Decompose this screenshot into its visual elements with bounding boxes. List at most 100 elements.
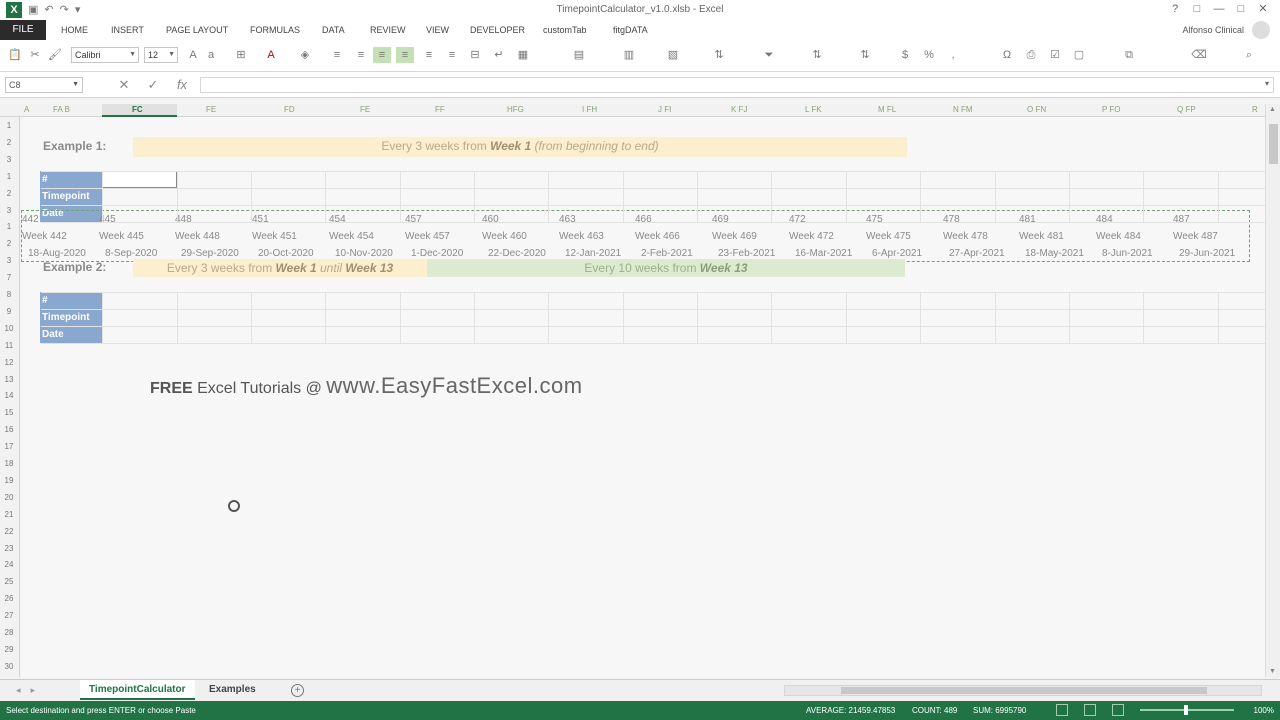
row-number[interactable]: 17 <box>0 442 18 451</box>
fill-color-icon[interactable]: ◈ <box>296 47 314 63</box>
sort-az-icon[interactable]: ⇅ <box>808 47 826 63</box>
row-number[interactable]: 16 <box>0 425 18 434</box>
row-number[interactable]: 14 <box>0 391 18 400</box>
row-number[interactable]: 18 <box>0 459 18 468</box>
tab-file[interactable]: FILE <box>0 20 46 40</box>
window-controls[interactable]: ? □ — □ ✕ <box>1164 2 1274 15</box>
font-color-icon[interactable]: A <box>262 47 280 63</box>
row-number[interactable]: 13 <box>0 375 18 384</box>
worksheet-grid[interactable]: Example 1: Every 3 weeks from Week 1 (fr… <box>21 117 1265 677</box>
align-bottom-icon[interactable]: ≡ <box>373 47 391 63</box>
checkbox-icon[interactable]: ☑ <box>1046 47 1064 63</box>
row-number[interactable]: 30 <box>0 662 18 671</box>
row-number[interactable]: 19 <box>0 476 18 485</box>
insert-cells-icon[interactable]: ▥ <box>620 47 638 63</box>
ribbon-display-icon[interactable]: □ <box>1186 3 1208 15</box>
increase-font-icon[interactable]: A <box>184 47 202 63</box>
column-header[interactable]: J FI <box>658 105 671 114</box>
zoom-slider[interactable] <box>1140 705 1234 715</box>
row-number[interactable]: 12 <box>0 358 18 367</box>
row-number[interactable]: 8 <box>0 290 18 299</box>
scroll-down-icon[interactable]: ▼ <box>1269 668 1276 675</box>
vertical-scrollbar[interactable]: ▲ ▼ <box>1265 104 1280 677</box>
tab-insert[interactable]: INSERT <box>111 25 144 35</box>
borders-icon[interactable]: ⊞ <box>232 47 250 63</box>
enter-icon[interactable]: ✓ <box>142 77 164 93</box>
sheet-tab-timepointcalculator[interactable]: TimepointCalculator <box>80 680 195 700</box>
page-layout-view-icon[interactable] <box>1084 704 1096 716</box>
column-header[interactable]: Q FP <box>1177 105 1196 114</box>
row-number[interactable]: 20 <box>0 493 18 502</box>
column-header[interactable]: FD <box>284 105 295 114</box>
textbox-icon[interactable]: ▢ <box>1070 47 1088 63</box>
row-number[interactable]: 7 <box>0 273 18 282</box>
tab-developer[interactable]: DEVELOPER <box>470 25 525 35</box>
column-header[interactable]: FE <box>206 105 216 114</box>
column-header[interactable]: FA B <box>53 105 70 114</box>
copy-icon[interactable]: ⧉ <box>1120 47 1138 63</box>
filter-icon[interactable]: ⏷ <box>760 47 778 63</box>
conditional-format-icon[interactable]: ▤ <box>570 47 588 63</box>
row-number[interactable]: 10 <box>0 324 18 333</box>
wrap-text-icon[interactable]: ↵ <box>490 47 508 63</box>
column-header[interactable]: HFG <box>507 105 524 114</box>
row-number[interactable]: 1 <box>0 172 18 181</box>
row-number[interactable]: 28 <box>0 628 18 637</box>
align-right-icon[interactable]: ≡ <box>443 47 461 63</box>
merge-icon[interactable]: ⊟ <box>466 47 484 63</box>
horizontal-scrollbar[interactable] <box>784 685 1262 696</box>
row-number[interactable]: 3 <box>0 256 18 265</box>
tab-page-layout[interactable]: PAGE LAYOUT <box>166 25 228 35</box>
paste-icon[interactable]: 📋 <box>6 47 24 63</box>
avatar[interactable] <box>1252 21 1270 39</box>
row-number[interactable]: 1 <box>0 121 18 130</box>
row-number[interactable]: 2 <box>0 189 18 198</box>
tab-formulas[interactable]: FORMULAS <box>250 25 300 35</box>
align-top-icon[interactable]: ≡ <box>328 47 346 63</box>
add-sheet-icon[interactable]: + <box>291 684 304 697</box>
column-header[interactable]: FF <box>435 105 445 114</box>
row-number[interactable]: 2 <box>0 138 18 147</box>
normal-view-icon[interactable] <box>1056 704 1068 716</box>
cut-icon[interactable]: ✂ <box>26 47 44 63</box>
row-number[interactable]: 26 <box>0 594 18 603</box>
align-left-icon[interactable]: ≡ <box>396 47 414 63</box>
restore-icon[interactable]: □ <box>1230 3 1252 15</box>
symbol-icon[interactable]: Ω <box>998 47 1016 63</box>
row-number[interactable]: 3 <box>0 155 18 164</box>
scroll-up-icon[interactable]: ▲ <box>1269 106 1276 113</box>
font-name-select[interactable]: Calibri ▼ <box>71 47 139 63</box>
row-number[interactable]: 25 <box>0 577 18 586</box>
row-number[interactable]: 27 <box>0 611 18 620</box>
name-box[interactable]: C8 ▼ <box>5 77 83 93</box>
sort-za-icon[interactable]: ⇅ <box>856 47 874 63</box>
find-icon[interactable]: ⌕ <box>1240 47 1258 63</box>
row-number[interactable]: 11 <box>0 341 18 350</box>
currency-icon[interactable]: $ <box>896 47 914 63</box>
horizontal-scroll-thumb[interactable] <box>841 687 1207 694</box>
tab-custom[interactable]: customTab <box>543 25 587 35</box>
row-number[interactable]: 1 <box>0 222 18 231</box>
row-number[interactable]: 29 <box>0 645 18 654</box>
column-header[interactable]: O FN <box>1027 105 1046 114</box>
column-header[interactable]: K FJ <box>731 105 747 114</box>
expand-formula-icon[interactable]: ▾ <box>1265 79 1269 88</box>
sort-icon[interactable]: ⇅ <box>710 47 728 63</box>
insert-function-icon[interactable]: fx <box>171 77 193 92</box>
row-number[interactable]: 22 <box>0 527 18 536</box>
column-header[interactable]: L FK <box>805 105 822 114</box>
user-name[interactable]: Alfonso Clinical <box>1182 25 1244 35</box>
clear-icon[interactable]: ⌫ <box>1190 47 1208 63</box>
zoom-slider-knob[interactable] <box>1184 705 1188 715</box>
tab-data[interactable]: DATA <box>322 25 345 35</box>
column-header[interactable]: FE <box>360 105 370 114</box>
column-header[interactable]: N FM <box>953 105 973 114</box>
font-size-select[interactable]: 12 ▼ <box>144 47 178 63</box>
decrease-font-icon[interactable]: a <box>202 47 220 63</box>
tab-home[interactable]: HOME <box>61 25 88 35</box>
row-number[interactable]: 2 <box>0 239 18 248</box>
tab-view[interactable]: VIEW <box>426 25 449 35</box>
vertical-scroll-thumb[interactable] <box>1269 124 1278 164</box>
formula-input[interactable]: ▾ <box>200 77 1274 93</box>
format-painter-icon[interactable]: 🖌 <box>46 47 64 63</box>
